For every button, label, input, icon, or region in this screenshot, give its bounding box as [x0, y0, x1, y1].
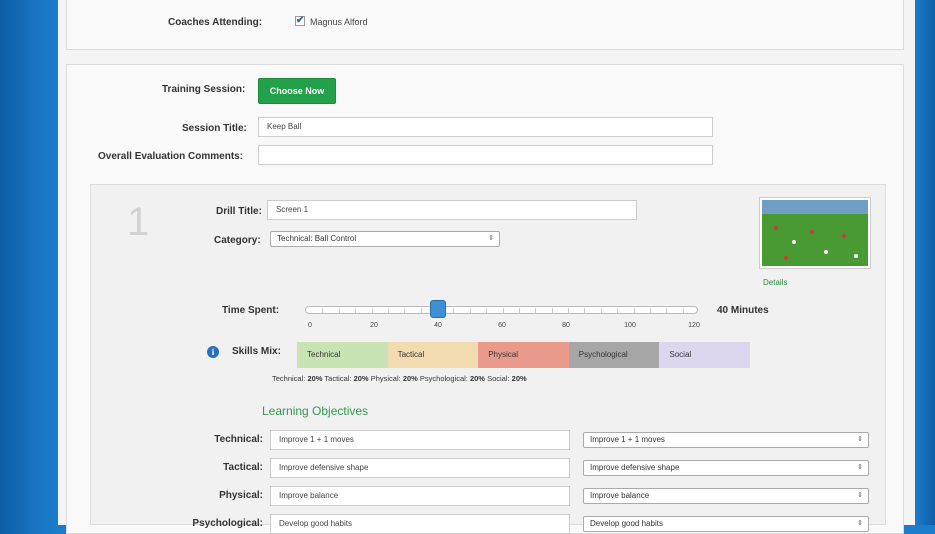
objective-label: Tactical: [223, 462, 263, 473]
drill-title-input[interactable]: Screen 1 [267, 200, 637, 220]
slider-tick [551, 308, 553, 313]
drill-number: 1 [127, 200, 150, 244]
objective-select-value: Improve 1 + 1 moves [590, 435, 665, 444]
slider-tick-label: 20 [370, 322, 378, 329]
category-label: Category: [214, 235, 261, 246]
skill-pct-label: Physical: [370, 374, 403, 383]
overall-comments-input[interactable] [258, 145, 713, 165]
objective-input[interactable]: Develop good habits [270, 514, 570, 534]
learning-objectives-title: Learning Objectives [262, 404, 369, 418]
slider-tick [322, 308, 324, 313]
choose-now-button[interactable]: Choose Now [258, 78, 336, 104]
coaches-attending-label: Coaches Attending: [168, 17, 263, 28]
skill-segment-tactical[interactable]: Tactical [387, 342, 479, 368]
slider-tick [502, 308, 504, 313]
select-arrows-icon: ⇕ [857, 520, 863, 527]
slider-tick [600, 308, 602, 313]
slider-tick [568, 308, 569, 313]
objective-input[interactable]: Improve defensive shape [270, 458, 570, 478]
objective-select[interactable]: Improve defensive shape ⇕ [583, 460, 869, 476]
objective-select[interactable]: Develop good habits ⇕ [583, 516, 869, 532]
slider-tick [584, 308, 586, 313]
slider-tick [453, 308, 455, 313]
skill-pct-value: 20% [511, 374, 527, 383]
slider-tick [338, 308, 340, 313]
slider-tick [633, 308, 635, 313]
coach-name: Magnus Alford [310, 17, 368, 27]
skill-pct-value: 20% [402, 374, 418, 383]
slider-tick [469, 308, 471, 313]
skill-segment-social[interactable]: Social [659, 342, 750, 368]
coach-checkbox[interactable]: ✔ [295, 16, 305, 26]
drill-thumbnail[interactable] [760, 198, 870, 268]
time-spent-label: Time Spent: [222, 305, 280, 316]
slider-tick [666, 308, 668, 313]
objective-select[interactable]: Improve balance ⇕ [583, 488, 869, 504]
slider-tick-label: 40 [434, 322, 442, 329]
select-arrows-icon: ⇕ [857, 436, 863, 443]
select-arrows-icon: ⇕ [488, 235, 494, 242]
category-select[interactable]: Technical: Ball Control ⇕ [270, 231, 500, 247]
slider-tick-label: 100 [624, 322, 636, 329]
slider-tick [617, 308, 619, 313]
time-slider-track[interactable] [305, 306, 698, 314]
slider-tick-label: 60 [498, 322, 506, 329]
objective-select-value: Develop good habits [590, 519, 663, 528]
session-title-label: Session Title: [182, 123, 247, 134]
training-session-label: Training Session: [162, 84, 246, 95]
time-slider-handle[interactable] [430, 300, 446, 318]
objective-label: Technical: [214, 434, 263, 445]
drill-title-label: Drill Title: [216, 206, 262, 217]
category-selected-value: Technical: Ball Control [277, 234, 357, 243]
objective-input[interactable]: Improve balance [270, 486, 570, 506]
slider-tick [371, 308, 373, 313]
skill-pct-label: Technical: [272, 374, 308, 383]
slider-tick-label: 80 [562, 322, 570, 329]
slider-tick [682, 308, 684, 313]
slider-tick [420, 308, 422, 313]
objective-select-value: Improve defensive shape [590, 463, 680, 472]
skill-pct-label: Tactical: [324, 374, 354, 383]
slider-tick [404, 308, 406, 313]
objective-select[interactable]: Improve 1 + 1 moves ⇕ [583, 432, 869, 448]
select-arrows-icon: ⇕ [857, 492, 863, 499]
slider-tick [387, 308, 389, 313]
skill-pct-value: 20% [353, 374, 369, 383]
overall-comments-label: Overall Evaluation Comments: [98, 151, 244, 162]
info-icon[interactable]: i [207, 346, 219, 358]
select-arrows-icon: ⇕ [857, 464, 863, 471]
slider-tick [355, 308, 357, 313]
slider-tick-label: 0 [308, 322, 312, 329]
skill-pct-value: 20% [469, 374, 485, 383]
objective-input[interactable]: Improve 1 + 1 moves [270, 430, 570, 450]
slider-tick [518, 308, 520, 313]
time-value: 40 Minutes [717, 305, 769, 316]
skill-segment-psychological[interactable]: Psychological [568, 342, 660, 368]
details-link[interactable]: Details [763, 278, 787, 287]
skill-pct-value: 20% [307, 374, 323, 383]
slider-tick-label: 120 [688, 322, 700, 329]
skills-mix-label: Skills Mix: [232, 346, 281, 357]
session-title-input[interactable]: Keep Ball [258, 117, 713, 137]
skill-segment-technical[interactable]: Technical [297, 342, 388, 368]
slider-tick [535, 308, 537, 313]
skills-percent-summary: Technical: 20% Tactical: 20% Physical: 2… [272, 374, 527, 383]
slider-tick [486, 308, 488, 313]
skill-pct-label: Psychological: [419, 374, 470, 383]
objective-label: Physical: [219, 490, 263, 501]
objective-select-value: Improve balance [590, 491, 650, 500]
right-frame [915, 0, 935, 525]
skill-segment-physical[interactable]: Physical [478, 342, 569, 368]
objective-label: Psychological: [192, 518, 263, 529]
slider-tick [649, 308, 651, 313]
skill-pct-label: Social: [487, 374, 512, 383]
